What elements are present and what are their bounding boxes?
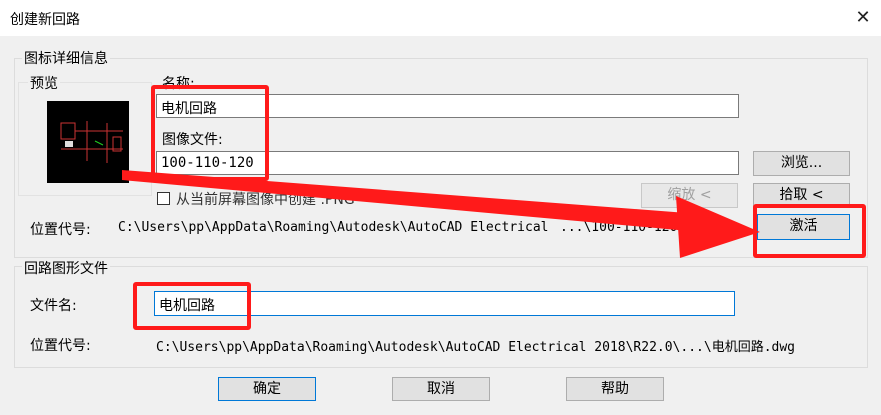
annotation-arrow-icon xyxy=(122,170,760,258)
